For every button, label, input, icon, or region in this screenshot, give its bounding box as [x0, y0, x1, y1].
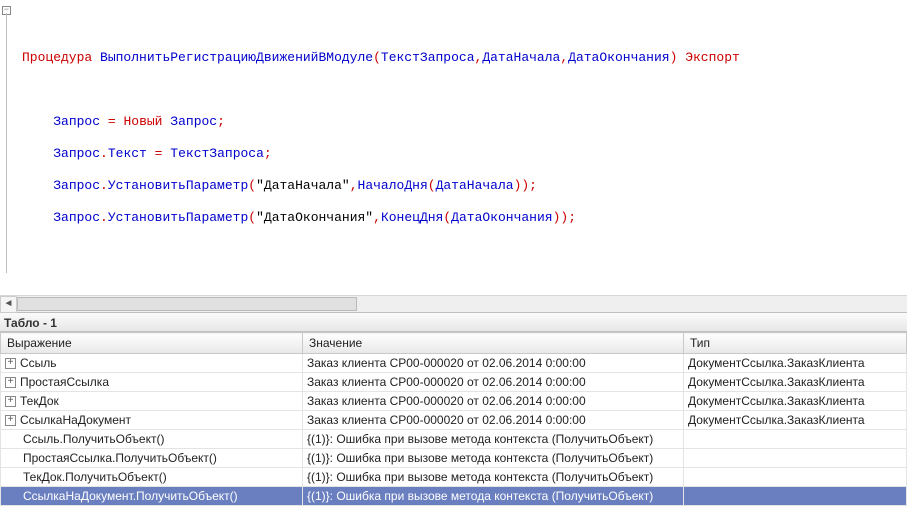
- expr-text: ТекДок.ПолучитьОбъект(): [23, 470, 167, 484]
- expr-text: ПростаяСсылка: [20, 375, 109, 389]
- col-header-type[interactable]: Тип: [684, 333, 907, 354]
- watch-grid[interactable]: Выражение Значение Тип + Ссыль Заказ клиен…: [0, 332, 907, 506]
- value-cell: {(1)}: Ошибка при вызове метода контекст…: [303, 468, 684, 487]
- value-cell: Заказ клиента СР00-000020 от 02.06.2014 …: [303, 373, 684, 392]
- type-cell: ДокументСсылка.ЗаказКлиента: [684, 373, 907, 392]
- col-header-expression[interactable]: Выражение: [1, 333, 303, 354]
- expand-icon[interactable]: +: [5, 358, 16, 369]
- horizontal-scrollbar[interactable]: ◄: [0, 295, 907, 312]
- expr-text: ТекДок: [20, 394, 59, 408]
- type-cell: ДокументСсылка.ЗаказКлиента: [684, 354, 907, 373]
- type-cell: [684, 449, 907, 468]
- table-row[interactable]: + ПростаяСсылка Заказ клиента СР00-000020 …: [1, 373, 907, 392]
- value-cell: Заказ клиента СР00-000020 от 02.06.2014 …: [303, 411, 684, 430]
- expand-icon[interactable]: +: [5, 377, 16, 388]
- expr-text: ПростаяСсылка.ПолучитьОбъект(): [23, 451, 217, 465]
- table-row[interactable]: СсылкаНаДокумент.ПолучитьОбъект() {(1)}: …: [1, 487, 907, 506]
- kw-export: Экспорт: [685, 50, 740, 65]
- table-row[interactable]: ТекДок.ПолучитьОбъект() {(1)}: Ошибка при…: [1, 468, 907, 487]
- type-cell: [684, 430, 907, 449]
- value-cell: Заказ клиента СР00-000020 от 02.06.2014 …: [303, 392, 684, 411]
- expr-text: Ссыль.ПолучитьОбъект(): [23, 432, 164, 446]
- proc-name: ВыполнитьРегистрациюДвиженийВМодуле: [100, 50, 373, 65]
- table-row[interactable]: ПростаяСсылка.ПолучитьОбъект() {(1)}: Оши…: [1, 449, 907, 468]
- scroll-thumb[interactable]: [17, 297, 357, 311]
- type-cell: ДокументСсылка.ЗаказКлиента: [684, 392, 907, 411]
- expand-icon[interactable]: +: [5, 415, 16, 426]
- value-cell: Заказ клиента СР00-000020 от 02.06.2014 …: [303, 354, 684, 373]
- expr-text: СсылкаНаДокумент: [20, 413, 131, 427]
- code-editor[interactable]: − Процедура ВыполнитьРегистрациюДвижений…: [0, 0, 907, 295]
- value-cell: {(1)}: Ошибка при вызове метода контекст…: [303, 430, 684, 449]
- kw-procedure: Процедура: [22, 50, 92, 65]
- table-row[interactable]: + СсылкаНаДокумент Заказ клиента СР00-0000…: [1, 411, 907, 430]
- watch-panel-title: Табло - 1: [0, 312, 907, 332]
- table-row[interactable]: Ссыль.ПолучитьОбъект() {(1)}: Ошибка при …: [1, 430, 907, 449]
- fold-line: [6, 13, 7, 273]
- expr-text: Ссыль: [20, 356, 57, 370]
- scroll-left-icon[interactable]: ◄: [0, 296, 17, 313]
- type-cell: [684, 487, 907, 506]
- expr-text: СсылкаНаДокумент.ПолучитьОбъект(): [23, 489, 238, 503]
- value-cell: {(1)}: Ошибка при вызове метода контекст…: [303, 449, 684, 468]
- col-header-value[interactable]: Значение: [303, 333, 684, 354]
- value-cell: {(1)}: Ошибка при вызове метода контекст…: [303, 487, 684, 506]
- table-row[interactable]: + Ссыль Заказ клиента СР00-000020 от 02.06…: [1, 354, 907, 373]
- type-cell: [684, 468, 907, 487]
- type-cell: ДокументСсылка.ЗаказКлиента: [684, 411, 907, 430]
- expand-icon[interactable]: +: [5, 396, 16, 407]
- table-row[interactable]: + ТекДок Заказ клиента СР00-000020 от 02.0…: [1, 392, 907, 411]
